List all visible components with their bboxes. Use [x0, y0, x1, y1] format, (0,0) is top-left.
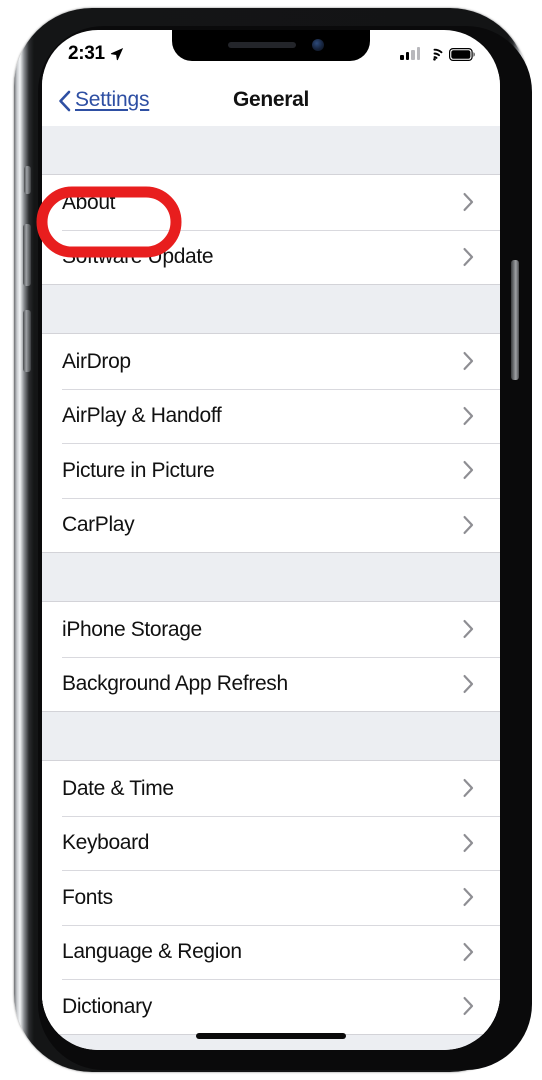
- chevron-right-icon: [463, 352, 474, 371]
- volume-down-button[interactable]: [23, 310, 31, 372]
- list-row-label: Date & Time: [62, 776, 174, 800]
- chevron-right-icon: [463, 515, 474, 534]
- list-row[interactable]: Language & Region: [42, 924, 500, 979]
- section-gap: [42, 285, 500, 333]
- list-row[interactable]: AirDrop: [42, 334, 500, 389]
- list-row[interactable]: Dictionary: [42, 979, 500, 1034]
- list-row-label: AirPlay & Handoff: [62, 404, 222, 428]
- cellular-signal-icon: [400, 47, 420, 60]
- chevron-right-icon: [463, 888, 474, 907]
- back-button[interactable]: Settings: [58, 88, 149, 112]
- notch: [172, 30, 370, 61]
- chevron-right-icon: [463, 674, 474, 693]
- status-bar-left: 2:31: [68, 43, 124, 65]
- phone-screen: 2:31 Settings General About Software Upd…: [42, 30, 500, 1050]
- list-row-label: About: [62, 190, 116, 214]
- list-row[interactable]: Fonts: [42, 870, 500, 925]
- list-row[interactable]: Picture in Picture: [42, 443, 500, 498]
- mute-switch-button[interactable]: [24, 166, 31, 194]
- chevron-right-icon: [463, 779, 474, 798]
- settings-list[interactable]: About Software Update AirDrop AirPlay & Han…: [42, 126, 500, 1050]
- list-row-label: Language & Region: [62, 940, 242, 964]
- earpiece-speaker-icon: [228, 42, 296, 48]
- chevron-right-icon: [463, 461, 474, 480]
- list-row-label: CarPlay: [62, 513, 135, 537]
- list-row[interactable]: AirPlay & Handoff: [42, 388, 500, 443]
- volume-up-button[interactable]: [23, 224, 31, 286]
- navigation-bar: Settings General: [42, 74, 500, 126]
- section-localization: Date & Time Keyboard Fonts Language & Regio…: [42, 760, 500, 1035]
- list-row-label: Fonts: [62, 885, 113, 909]
- list-row[interactable]: iPhone Storage: [42, 602, 500, 657]
- chevron-right-icon: [463, 247, 474, 266]
- chevron-right-icon: [463, 942, 474, 961]
- list-row[interactable]: About: [42, 175, 500, 230]
- list-row[interactable]: CarPlay: [42, 497, 500, 552]
- chevron-right-icon: [463, 406, 474, 425]
- section-storage: iPhone Storage Background App Refresh: [42, 601, 500, 712]
- list-row[interactable]: Software Update: [42, 229, 500, 284]
- section-gap: [42, 126, 500, 174]
- status-bar-right: [400, 47, 476, 61]
- chevron-right-icon: [463, 997, 474, 1016]
- chevron-right-icon: [463, 833, 474, 852]
- section-connectivity: AirDrop AirPlay & Handoff Picture in Pictu…: [42, 333, 500, 553]
- list-row-label: Background App Refresh: [62, 672, 288, 696]
- list-row-label: iPhone Storage: [62, 617, 202, 641]
- list-row[interactable]: Date & Time: [42, 761, 500, 816]
- list-row-label: Keyboard: [62, 831, 150, 855]
- wifi-icon: [433, 48, 443, 61]
- list-row-label: Dictionary: [62, 994, 152, 1018]
- power-side-button[interactable]: [511, 260, 519, 380]
- back-button-label: Settings: [75, 88, 150, 111]
- list-row-label: AirDrop: [62, 349, 131, 373]
- chevron-right-icon: [463, 193, 474, 212]
- front-camera-icon: [312, 39, 324, 51]
- battery-full-icon: [449, 47, 475, 61]
- list-row-label: Picture in Picture: [62, 458, 215, 482]
- section-gap: [42, 712, 500, 760]
- status-time: 2:31: [68, 43, 105, 64]
- section-device-info: About Software Update: [42, 174, 500, 285]
- list-row-label: Software Update: [62, 245, 214, 269]
- chevron-right-icon: [463, 620, 474, 639]
- list-row[interactable]: Background App Refresh: [42, 656, 500, 711]
- list-row[interactable]: Keyboard: [42, 815, 500, 870]
- chevron-left-icon: [59, 90, 71, 111]
- section-gap: [42, 553, 500, 601]
- home-indicator-bar[interactable]: [196, 1033, 346, 1039]
- location-arrow-icon: [110, 48, 123, 61]
